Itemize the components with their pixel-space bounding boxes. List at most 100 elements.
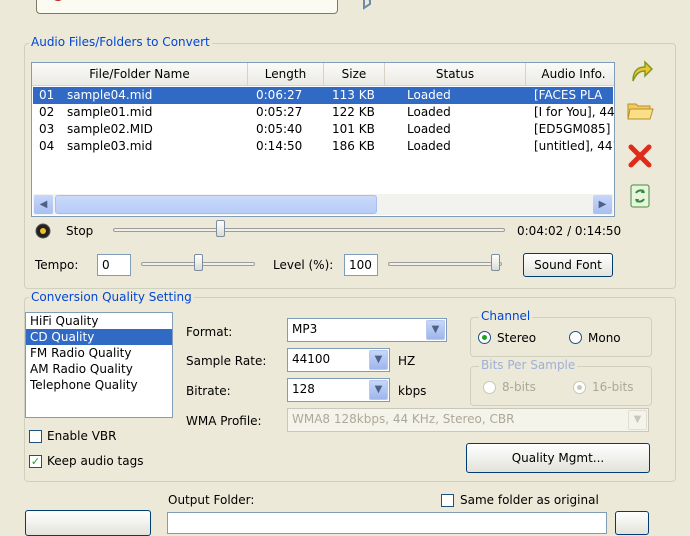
bits8-label[interactable]: 8-bits [502,380,536,394]
cell-status: Loaded [407,88,451,102]
output-folder-input[interactable] [167,512,607,534]
preset-item[interactable]: HiFi Quality [26,313,172,329]
record-icon [51,0,65,1]
bits8-radio[interactable] [483,381,496,394]
keep-tags-label[interactable]: Keep audio tags [47,454,143,468]
format-label: Format: [186,325,233,339]
sample-rate-unit: HZ [398,354,416,368]
quality-group-title: Conversion Quality Setting [29,290,194,304]
folder-icon [627,103,654,120]
enable-vbr-label[interactable]: Enable VBR [47,429,116,443]
file-list[interactable]: File/Folder Name Length Size Status Audi… [31,62,615,217]
scroll-right-icon[interactable]: ▶ [593,195,612,214]
add-folder-button[interactable] [626,96,654,124]
table-row[interactable]: 04 sample03.mid 0:14:50 186 KB Loaded [untitl… [33,138,615,155]
same-folder-checkbox[interactable] [441,494,454,507]
table-row[interactable]: 02 sample01.mid 0:05:27 122 KB Loaded [I for … [33,104,615,121]
cell-size: 186 KB [332,139,375,153]
stereo-label[interactable]: Stereo [497,331,536,345]
speaker-icon [362,0,382,13]
preset-item[interactable]: CD Quality [26,329,172,345]
cell-size: 101 KB [332,122,375,136]
stereo-radio[interactable] [478,331,491,344]
sound-font-button[interactable]: Sound Font [523,253,613,277]
column-size[interactable]: Size [324,63,385,85]
cell-info: [I for You], 44 [534,105,615,119]
table-row[interactable]: 03 sample02.MID 0:05:40 101 KB Loaded [ED5GM0… [33,121,613,138]
convert-button[interactable] [25,510,151,536]
cell-name: sample04.mid [67,88,153,102]
scroll-left-icon[interactable]: ◀ [34,195,53,214]
wma-profile-select[interactable]: WMA8 128kbps, 44 KHz, Stereo, CBR ▼ [287,408,649,432]
cell-status: Loaded [407,105,451,119]
chevron-down-icon[interactable]: ▼ [369,350,388,370]
cell-num: 04 [39,139,55,153]
mono-radio[interactable] [569,331,582,344]
tempo-input[interactable]: 0 [97,254,131,276]
tempo-label: Tempo: [35,258,79,272]
column-length[interactable]: Length [248,63,324,85]
table-row[interactable]: 01 sample04.mid 0:06:27 113 KB Loaded [FACES … [33,87,613,104]
cell-info: [untitled], 441 [534,139,615,153]
sample-rate-value: 44100 [292,352,331,366]
mono-label[interactable]: Mono [588,331,621,345]
add-files-icon [632,60,653,82]
scroll-thumb[interactable] [55,195,377,214]
file-list-header: File/Folder Name Length Size Status Audi… [32,63,614,86]
keep-tags-checkbox[interactable]: ✓ [29,455,42,468]
level-input[interactable]: 100 [344,254,378,276]
cell-length: 0:06:27 [256,88,303,102]
cell-num: 03 [39,122,55,136]
bits-title: Bits Per Sample [479,358,578,372]
sample-rate-select[interactable]: 44100 ▼ [287,348,390,372]
preset-item[interactable]: Telephone Quality [26,377,172,393]
bitrate-select[interactable]: 128 ▼ [287,378,390,402]
column-audio-info[interactable]: Audio Info. [526,63,614,85]
bits16-radio[interactable] [573,381,586,394]
cell-info: [ED5GM085] [534,122,611,136]
refresh-icon [630,184,650,208]
level-slider-track[interactable] [388,262,502,266]
bits16-label[interactable]: 16-bits [592,380,634,394]
play-stop-button[interactable] [35,223,51,242]
position-slider-track[interactable] [113,228,505,232]
cell-name: sample01.mid [67,105,153,119]
column-name[interactable]: File/Folder Name [32,63,248,85]
column-status[interactable]: Status [385,63,526,85]
channel-title: Channel [479,309,533,323]
wma-profile-value: WMA8 128kbps, 44 KHz, Stereo, CBR [292,412,515,426]
audio-files-group-title: Audio Files/Folders to Convert [29,35,212,49]
wma-profile-label: WMA Profile: [186,414,262,428]
quality-preset-list[interactable]: HiFi Quality CD Quality FM Radio Quality… [25,312,173,418]
sample-rate-label: Sample Rate: [186,354,267,368]
remove-button[interactable] [626,142,654,170]
level-slider-thumb[interactable] [490,254,500,271]
cell-size: 122 KB [332,105,375,119]
quality-mgmt-button[interactable]: Quality Mgmt... [466,443,650,473]
format-value: MP3 [292,322,318,336]
cell-name: sample02.MID [67,122,153,136]
cell-length: 0:05:27 [256,105,303,119]
top-panel-button[interactable] [36,0,338,14]
preset-item[interactable]: AM Radio Quality [26,361,172,377]
position-slider-thumb[interactable] [216,220,226,237]
format-select[interactable]: MP3 ▼ [287,318,447,342]
tempo-slider-thumb[interactable] [193,254,203,271]
output-folder-label: Output Folder: [168,493,255,507]
cell-num: 01 [39,88,55,102]
cell-status: Loaded [407,139,451,153]
browse-button[interactable] [615,511,649,535]
refresh-button[interactable] [626,182,654,210]
bitrate-label: Bitrate: [186,384,231,398]
add-files-button[interactable] [626,58,654,86]
chevron-down-icon[interactable]: ▼ [426,320,445,340]
same-folder-label[interactable]: Same folder as original [460,493,599,507]
playback-state: Stop [66,224,94,238]
horizontal-scrollbar[interactable]: ◀ ▶ [33,194,613,215]
cell-size: 113 KB [332,88,375,102]
enable-vbr-checkbox[interactable] [29,430,42,443]
chevron-down-icon[interactable]: ▼ [628,410,647,430]
chevron-down-icon[interactable]: ▼ [369,380,388,400]
playback-time: 0:04:02 / 0:14:50 [517,224,622,238]
preset-item[interactable]: FM Radio Quality [26,345,172,361]
